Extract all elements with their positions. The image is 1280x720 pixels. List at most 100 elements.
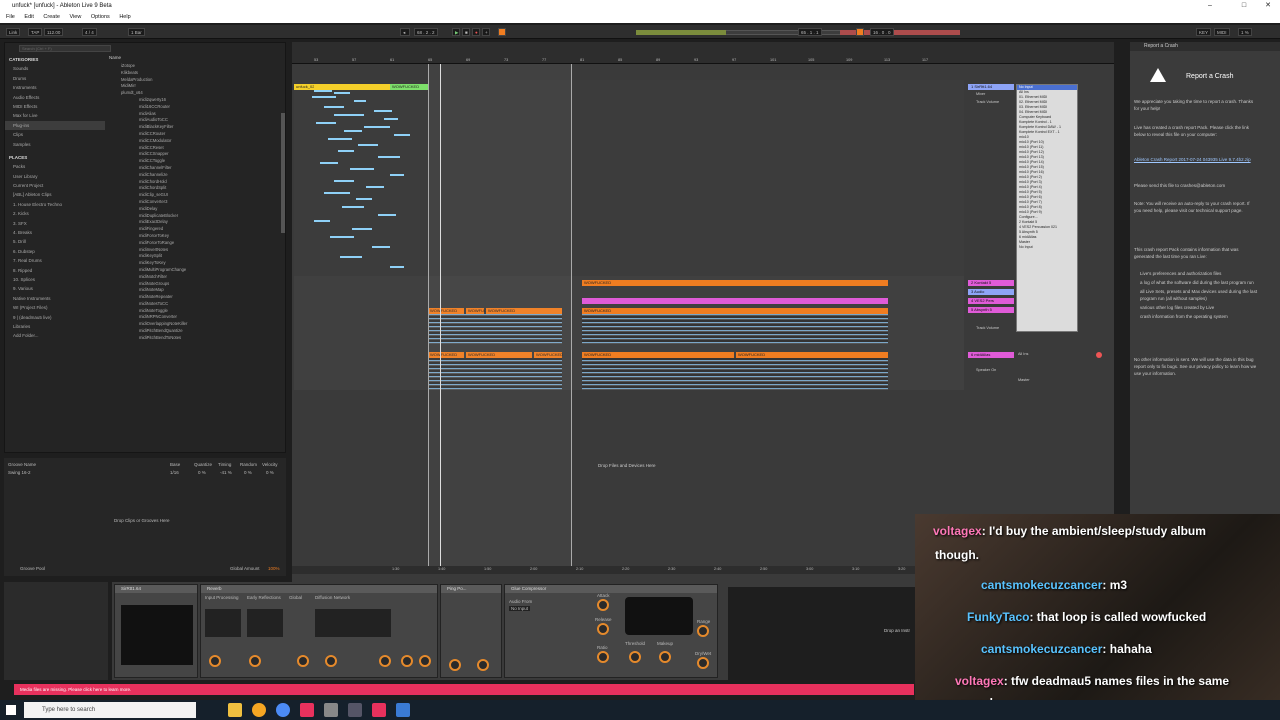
crash-report-link[interactable]: Ableton Crash Report 2017-07-24 043935 L… bbox=[1134, 156, 1258, 163]
start-icon[interactable] bbox=[6, 705, 16, 715]
drywet-knob[interactable] bbox=[419, 655, 431, 667]
file-item[interactable]: midiNoteGroups bbox=[109, 281, 279, 288]
browser-search[interactable]: Search (Ctrl + F) bbox=[19, 45, 111, 52]
file-item[interactable]: midiBlackKeyFilter bbox=[109, 124, 279, 131]
tempo-field[interactable]: 112.00 bbox=[44, 28, 64, 36]
place-item[interactable]: Packs bbox=[5, 162, 105, 171]
app-icon[interactable] bbox=[324, 703, 338, 717]
category-item-selected[interactable]: Plug-ins bbox=[5, 120, 105, 131]
file-item[interactable]: midiAudioToCC bbox=[109, 117, 279, 124]
file-item[interactable]: midiNoteToggle bbox=[109, 308, 279, 315]
file-item[interactable]: midi2qwerty16 bbox=[109, 97, 279, 104]
loop-length-field[interactable]: 16 . 0 . 0 bbox=[870, 28, 894, 36]
track-header-5[interactable]: 5 Absynth 5 bbox=[968, 307, 1014, 313]
predelay-knob[interactable] bbox=[209, 655, 221, 667]
place-item[interactable]: Add Folder... bbox=[5, 331, 105, 340]
maximize-icon[interactable]: □ bbox=[1234, 0, 1254, 12]
category-item[interactable]: Max for Live bbox=[5, 111, 105, 120]
folder-item[interactable]: MeldaProduction bbox=[109, 77, 279, 84]
file-item[interactable]: midiCCRouter bbox=[109, 131, 279, 138]
app-icon[interactable] bbox=[396, 703, 410, 717]
place-item[interactable]: 9. Various bbox=[5, 284, 105, 293]
taskbar-search[interactable]: Type here to search bbox=[24, 702, 196, 718]
stop-icon[interactable]: ■ bbox=[462, 28, 470, 36]
file-item[interactable]: midiOverlappingNoteKiller bbox=[109, 321, 279, 328]
device-reverb[interactable]: Reverb Input Processing Early Reflection… bbox=[200, 584, 438, 678]
folder-item[interactable]: Klikbeats bbox=[109, 70, 279, 77]
file-item[interactable]: midiNoteRepeater bbox=[109, 294, 279, 301]
groove-row-quantize[interactable]: 0 % bbox=[198, 470, 206, 475]
file-item[interactable]: midiNRPNConverter bbox=[109, 314, 279, 321]
attack-knob[interactable] bbox=[597, 599, 609, 611]
clip-unfuck[interactable]: unfuck_02 bbox=[294, 84, 390, 90]
reverb-filter-display[interactable] bbox=[205, 609, 241, 637]
category-item[interactable]: Instruments bbox=[5, 83, 105, 92]
minimize-icon[interactable]: – bbox=[1200, 0, 1220, 12]
track-header-6[interactable]: 6 midiAlias bbox=[968, 352, 1014, 358]
groove-row-name[interactable]: Swing 16-2 bbox=[8, 470, 31, 475]
category-item[interactable]: Drums bbox=[5, 74, 105, 83]
place-item[interactable]: 4. Breaks bbox=[5, 228, 105, 237]
category-item[interactable]: Sounds bbox=[5, 64, 105, 73]
menu-options[interactable]: Options bbox=[91, 14, 110, 20]
release-knob[interactable] bbox=[597, 623, 609, 635]
input-dropdown[interactable]: No Input All Ins 01. Ethernet MIDI 02. Ethe… bbox=[1016, 84, 1078, 332]
ratio-knob[interactable] bbox=[597, 651, 609, 663]
reverb-early-display[interactable] bbox=[247, 609, 283, 637]
pingpong-drywet-knob[interactable] bbox=[477, 659, 489, 671]
input-type[interactable]: All Ins bbox=[1018, 352, 1028, 356]
place-item[interactable]: Current Project bbox=[5, 181, 105, 190]
link-button[interactable]: Link bbox=[6, 28, 21, 36]
place-item[interactable]: 10. Splices bbox=[5, 275, 105, 284]
device-pingpong[interactable]: Ping Po... bbox=[440, 584, 502, 678]
record-icon[interactable]: ● bbox=[472, 28, 480, 36]
file-item[interactable]: midiPitchBendQuantize bbox=[109, 328, 279, 335]
place-item[interactable]: 6. Dubstep bbox=[5, 247, 105, 256]
position-field[interactable]: 68 . 2 . 2 bbox=[414, 28, 438, 36]
file-item[interactable]: midiCCSnapper bbox=[109, 151, 279, 158]
category-item[interactable]: MIDI Effects bbox=[5, 102, 105, 111]
clip-pink[interactable] bbox=[582, 298, 888, 304]
signature-field[interactable]: 4 / 4 bbox=[82, 28, 97, 36]
quantize-menu[interactable]: 1 Bar bbox=[128, 28, 145, 36]
file-item[interactable]: midiCCReset bbox=[109, 145, 279, 152]
groove-row-random[interactable]: 0 % bbox=[244, 470, 252, 475]
file-item[interactable]: midiForceToRange bbox=[109, 240, 279, 247]
browser-scrollbar[interactable] bbox=[281, 113, 285, 233]
name-column-header[interactable]: Name bbox=[109, 55, 121, 60]
menu-create[interactable]: Create bbox=[43, 14, 60, 20]
track-header-2[interactable]: 2 Kontakt 5 bbox=[968, 280, 1014, 286]
loop-selection[interactable] bbox=[428, 64, 572, 570]
groove-row-base[interactable]: 1/16 bbox=[170, 470, 179, 475]
app-icon[interactable] bbox=[348, 703, 362, 717]
file-item[interactable]: midiConverter3 bbox=[109, 199, 279, 206]
place-item[interactable]: 1. House Electro Techno bbox=[5, 200, 105, 209]
loop-toggle-icon[interactable] bbox=[856, 28, 864, 36]
file-item[interactable]: midiInvertNotes bbox=[109, 247, 279, 254]
place-item[interactable]: User Library bbox=[5, 172, 105, 181]
feedback-knob[interactable] bbox=[449, 659, 461, 671]
place-item[interactable]: 3. SFX bbox=[5, 219, 105, 228]
file-item[interactable]: midiPitchBendToNotes bbox=[109, 335, 279, 342]
file-item[interactable]: midiChordHold bbox=[109, 179, 279, 186]
makeup-knob[interactable] bbox=[659, 651, 671, 663]
place-item[interactable]: 9 | (deadmau5 live) bbox=[5, 313, 105, 322]
groove-row-velocity[interactable]: 0 % bbox=[266, 470, 274, 475]
file-item[interactable]: midiNotesToCC bbox=[109, 301, 279, 308]
threshold-knob[interactable] bbox=[629, 651, 641, 663]
menu-help[interactable]: Help bbox=[119, 14, 130, 20]
density-knob[interactable] bbox=[379, 655, 391, 667]
rewind-icon[interactable]: ◂ bbox=[400, 28, 410, 36]
automation-arm-icon[interactable] bbox=[498, 28, 506, 36]
menu-edit[interactable]: Edit bbox=[24, 14, 33, 20]
explorer-icon[interactable] bbox=[228, 703, 242, 717]
audio-from-select[interactable]: No Input bbox=[509, 606, 531, 611]
place-item[interactable]: 8. Ripped bbox=[5, 266, 105, 275]
dropdown-option[interactable]: No Input bbox=[1017, 245, 1077, 250]
tap-button[interactable]: TAP bbox=[28, 28, 43, 36]
folder-item[interactable]: iZotope bbox=[109, 63, 279, 70]
place-item[interactable]: 2. Kicks bbox=[5, 209, 105, 218]
master-output[interactable]: Master bbox=[1018, 378, 1030, 382]
place-item[interactable]: [ABL] Ableton Clips bbox=[5, 190, 105, 199]
track-header-4[interactable]: 4 VES2 Pers bbox=[968, 298, 1014, 304]
